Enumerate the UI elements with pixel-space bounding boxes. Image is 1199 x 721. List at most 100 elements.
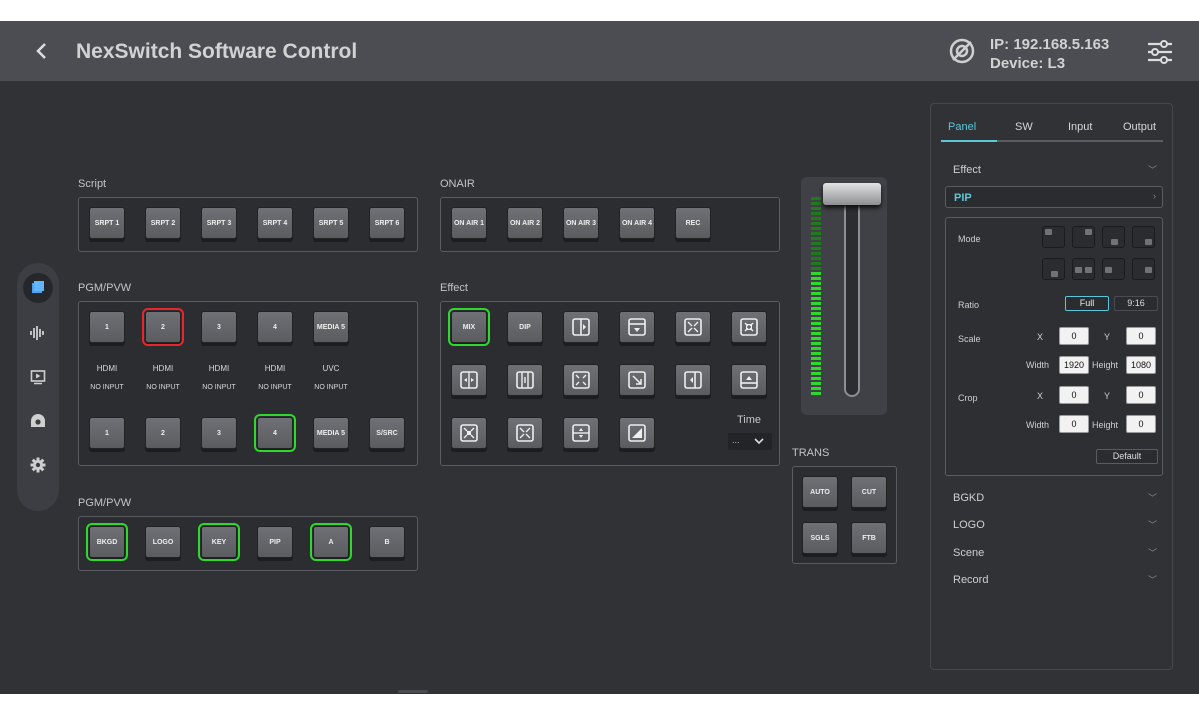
trans-ftb-button[interactable]: FTB <box>851 522 887 554</box>
trans-sgls-button[interactable]: SGLS <box>802 522 838 554</box>
trans-cut-button[interactable]: CUT <box>851 476 887 508</box>
script-button-2[interactable]: SRPT 2 <box>145 207 181 239</box>
time-select[interactable]: ... <box>728 433 772 450</box>
effect-collapse-corners-button[interactable] <box>451 417 487 449</box>
crop-y-input[interactable]: 0 <box>1126 386 1156 404</box>
t-bar-handle[interactable] <box>823 183 881 205</box>
pvw-button-media5[interactable]: MEDIA 5 <box>313 417 349 449</box>
scale-label: Scale <box>958 334 981 344</box>
scene-section-header[interactable]: Scene ﹀ <box>945 542 1163 564</box>
tab-sw[interactable]: SW <box>1015 121 1033 133</box>
rail-settings-button[interactable] <box>23 450 53 480</box>
bgkd-section-header[interactable]: BGKD ﹀ <box>945 487 1163 509</box>
ratio-full-button[interactable]: Full <box>1065 296 1109 311</box>
rail-playback-button[interactable] <box>23 362 53 392</box>
time-label: Time <box>737 414 762 426</box>
effect-diagonal-button[interactable] <box>619 417 655 449</box>
default-button[interactable]: Default <box>1096 449 1158 464</box>
mode-option-1[interactable] <box>1042 226 1065 248</box>
onair-button-3[interactable]: ON AIR 3 <box>563 207 599 239</box>
source-type-5: UVC <box>322 364 340 373</box>
layer-pip-button[interactable]: PIP <box>257 526 293 558</box>
scale-height-input[interactable]: 1080 <box>1126 356 1156 374</box>
effect-shrink-button[interactable] <box>507 417 543 449</box>
trans-auto-button[interactable]: AUTO <box>802 476 838 508</box>
mode-option-6[interactable] <box>1072 258 1095 280</box>
pgm-button-4[interactable]: 4 <box>257 311 293 343</box>
record-section-header[interactable]: Record ﹀ <box>945 569 1163 591</box>
logo-section-header[interactable]: LOGO ﹀ <box>945 514 1163 536</box>
scale-y-input[interactable]: 0 <box>1126 327 1156 345</box>
mode-option-3[interactable] <box>1102 226 1125 248</box>
pvw-button-1[interactable]: 1 <box>89 417 125 449</box>
script-button-5[interactable]: SRPT 5 <box>313 207 349 239</box>
level-meter-segment <box>811 232 821 235</box>
crop-width-input[interactable]: 0 <box>1059 415 1089 433</box>
crop-x-input[interactable]: 0 <box>1059 386 1089 404</box>
rail-panel-button[interactable] <box>23 273 53 303</box>
effect-wipe-right-button[interactable] <box>563 311 599 343</box>
effect-wipe-left-button[interactable] <box>675 364 711 396</box>
layer-key-button[interactable]: KEY <box>198 523 240 561</box>
effect-split-vertical-button[interactable] <box>563 417 599 449</box>
layer-bkgd-button[interactable]: BKGD <box>86 523 128 561</box>
pvw-button-4[interactable]: 4 <box>254 414 296 452</box>
mode-option-5[interactable] <box>1042 258 1065 280</box>
pgm-button-1[interactable]: 1 <box>89 311 125 343</box>
pvw-button-3[interactable]: 3 <box>201 417 237 449</box>
crop-height-input[interactable]: 0 <box>1126 415 1156 433</box>
effect-title: Effect <box>440 282 468 294</box>
scale-width-input[interactable]: 1920 <box>1059 356 1089 374</box>
layer-logo-button[interactable]: LOGO <box>145 526 181 558</box>
mode-option-7[interactable] <box>1102 258 1125 280</box>
t-bar[interactable] <box>801 177 887 415</box>
rail-audio-button[interactable] <box>23 318 53 348</box>
effect-zoom-corner-button[interactable] <box>619 364 655 396</box>
script-button-4[interactable]: SRPT 4 <box>257 207 293 239</box>
script-button-6[interactable]: SRPT 6 <box>369 207 405 239</box>
tab-input[interactable]: Input <box>1068 121 1092 133</box>
effect-wipe-down-button[interactable] <box>619 311 655 343</box>
source-type-1: HDMI <box>96 364 118 373</box>
layer-b-button[interactable]: B <box>369 526 405 558</box>
mode-option-8[interactable] <box>1132 258 1155 280</box>
mode-option-2[interactable] <box>1072 226 1095 248</box>
back-button[interactable] <box>30 39 54 63</box>
settings-button[interactable] <box>1146 39 1174 65</box>
tab-output[interactable]: Output <box>1123 121 1156 133</box>
onair-button-4[interactable]: ON AIR 4 <box>619 207 655 239</box>
level-meter-segment <box>811 312 821 315</box>
rail-camera-button[interactable] <box>23 406 53 436</box>
device-name: Device: L3 <box>990 55 1066 72</box>
effect-expand-outward-button[interactable] <box>731 311 767 343</box>
rec-button[interactable]: REC <box>675 207 711 239</box>
trans-title: TRANS <box>792 447 830 459</box>
pvw-button-2[interactable]: 2 <box>145 417 181 449</box>
mode-option-4[interactable] <box>1132 226 1155 248</box>
script-button-1[interactable]: SRPT 1 <box>89 207 125 239</box>
effect-section-header[interactable]: Effect ﹀ <box>945 159 1163 181</box>
level-meter-segment <box>811 237 821 240</box>
tab-panel[interactable]: Panel <box>948 121 976 133</box>
pgm-button-3[interactable]: 3 <box>201 311 237 343</box>
pgm-button-media5[interactable]: MEDIA 5 <box>313 311 349 343</box>
ratio-9-16-button[interactable]: 9:16 <box>1114 296 1158 311</box>
effect-zoom-corners-button[interactable] <box>563 364 599 396</box>
effect-split-vertical-bars-button[interactable] <box>507 364 543 396</box>
layer-a-button[interactable]: A <box>310 523 352 561</box>
pvw-button-ssrc[interactable]: S/SRC <box>369 417 405 449</box>
pgm-button-2[interactable]: 2 <box>142 308 184 346</box>
effect-dip-button[interactable]: DIP <box>507 311 543 343</box>
effect-mix-button[interactable]: MIX <box>448 308 490 346</box>
effect-wipe-up-button[interactable] <box>731 364 767 396</box>
onair-button-2[interactable]: ON AIR 2 <box>507 207 543 239</box>
scale-x-input[interactable]: 0 <box>1059 327 1089 345</box>
mode-label: Mode <box>958 234 981 244</box>
pip-section-header[interactable]: PIP › <box>945 186 1163 208</box>
level-meter-segment <box>811 247 821 250</box>
level-meter-segment <box>811 252 821 255</box>
effect-expand-corners-button[interactable] <box>675 311 711 343</box>
onair-button-1[interactable]: ON AIR 1 <box>451 207 487 239</box>
script-button-3[interactable]: SRPT 3 <box>201 207 237 239</box>
effect-split-horizontal-button[interactable] <box>451 364 487 396</box>
